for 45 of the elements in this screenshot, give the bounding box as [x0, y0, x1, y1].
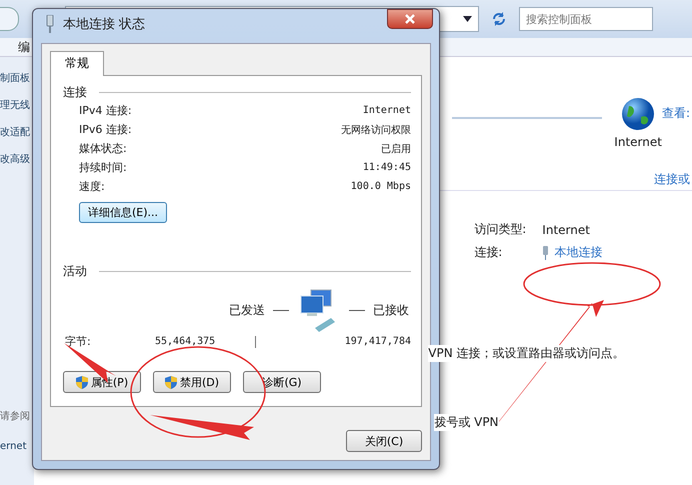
info-value: 100.0 Mbps	[350, 181, 411, 192]
info-label: 速度:	[79, 179, 105, 194]
adapter-icon	[542, 246, 550, 260]
dropdown-arrow-icon[interactable]	[463, 16, 472, 22]
info-label: IPv4 连接:	[79, 103, 132, 118]
bytes-sent-value: 55,464,375	[155, 336, 216, 347]
connection-link[interactable]: 本地连接	[554, 244, 602, 261]
sidebar-link[interactable]: ernet	[0, 441, 34, 452]
info-value: Internet	[362, 105, 411, 116]
action-button[interactable]: 禁用(D)	[153, 371, 231, 393]
close-dialog-button[interactable]: 关闭(C)	[346, 430, 422, 452]
bytes-received-value: 197,417,784	[344, 336, 411, 347]
info-value: 无网络访问权限	[341, 124, 411, 136]
window-title: 本地连接 状态	[63, 16, 146, 33]
search-field[interactable]: 搜索控制面板	[519, 7, 653, 31]
connect-link[interactable]: 连接或	[654, 171, 690, 188]
globe-icon	[621, 97, 656, 131]
sidebar-link[interactable]: 改高级	[0, 152, 34, 166]
see-also-label: 请参阅	[0, 410, 31, 423]
info-value: 11:49:45	[362, 162, 411, 173]
adapter-icon	[45, 15, 55, 33]
sent-label: 已发送	[229, 302, 265, 318]
group-heading: 活动	[63, 263, 87, 280]
refresh-icon[interactable]	[491, 11, 507, 27]
bytes-label: 字节:	[64, 334, 92, 349]
close-icon	[405, 14, 415, 24]
info-label: 访问类型:	[474, 221, 528, 238]
info-value: Internet	[542, 222, 590, 236]
received-label: 已接收	[373, 302, 409, 318]
node-label: Internet	[614, 135, 662, 149]
sidebar-link[interactable]: 制面板	[0, 71, 34, 85]
task-link[interactable]: 拨号或 VPN	[434, 414, 499, 431]
details-button[interactable]: 详细信息(E)...	[79, 202, 168, 223]
menu-item[interactable]: 编	[18, 38, 30, 56]
info-label: IPv6 连接:	[79, 122, 132, 137]
info-label: 媒体状态:	[79, 141, 127, 156]
sidebar-link[interactable]: 理无线	[0, 98, 34, 112]
info-label: 连接:	[474, 244, 504, 261]
info-value: 已启用	[381, 142, 411, 156]
info-label: 持续时间:	[79, 160, 127, 175]
close-button[interactable]	[387, 9, 433, 29]
tab[interactable]: 常规	[50, 51, 104, 76]
group-heading: 连接	[63, 84, 87, 101]
view-link[interactable]: 查看:	[662, 105, 690, 122]
sidebar-link[interactable]: 改适配	[0, 125, 34, 139]
